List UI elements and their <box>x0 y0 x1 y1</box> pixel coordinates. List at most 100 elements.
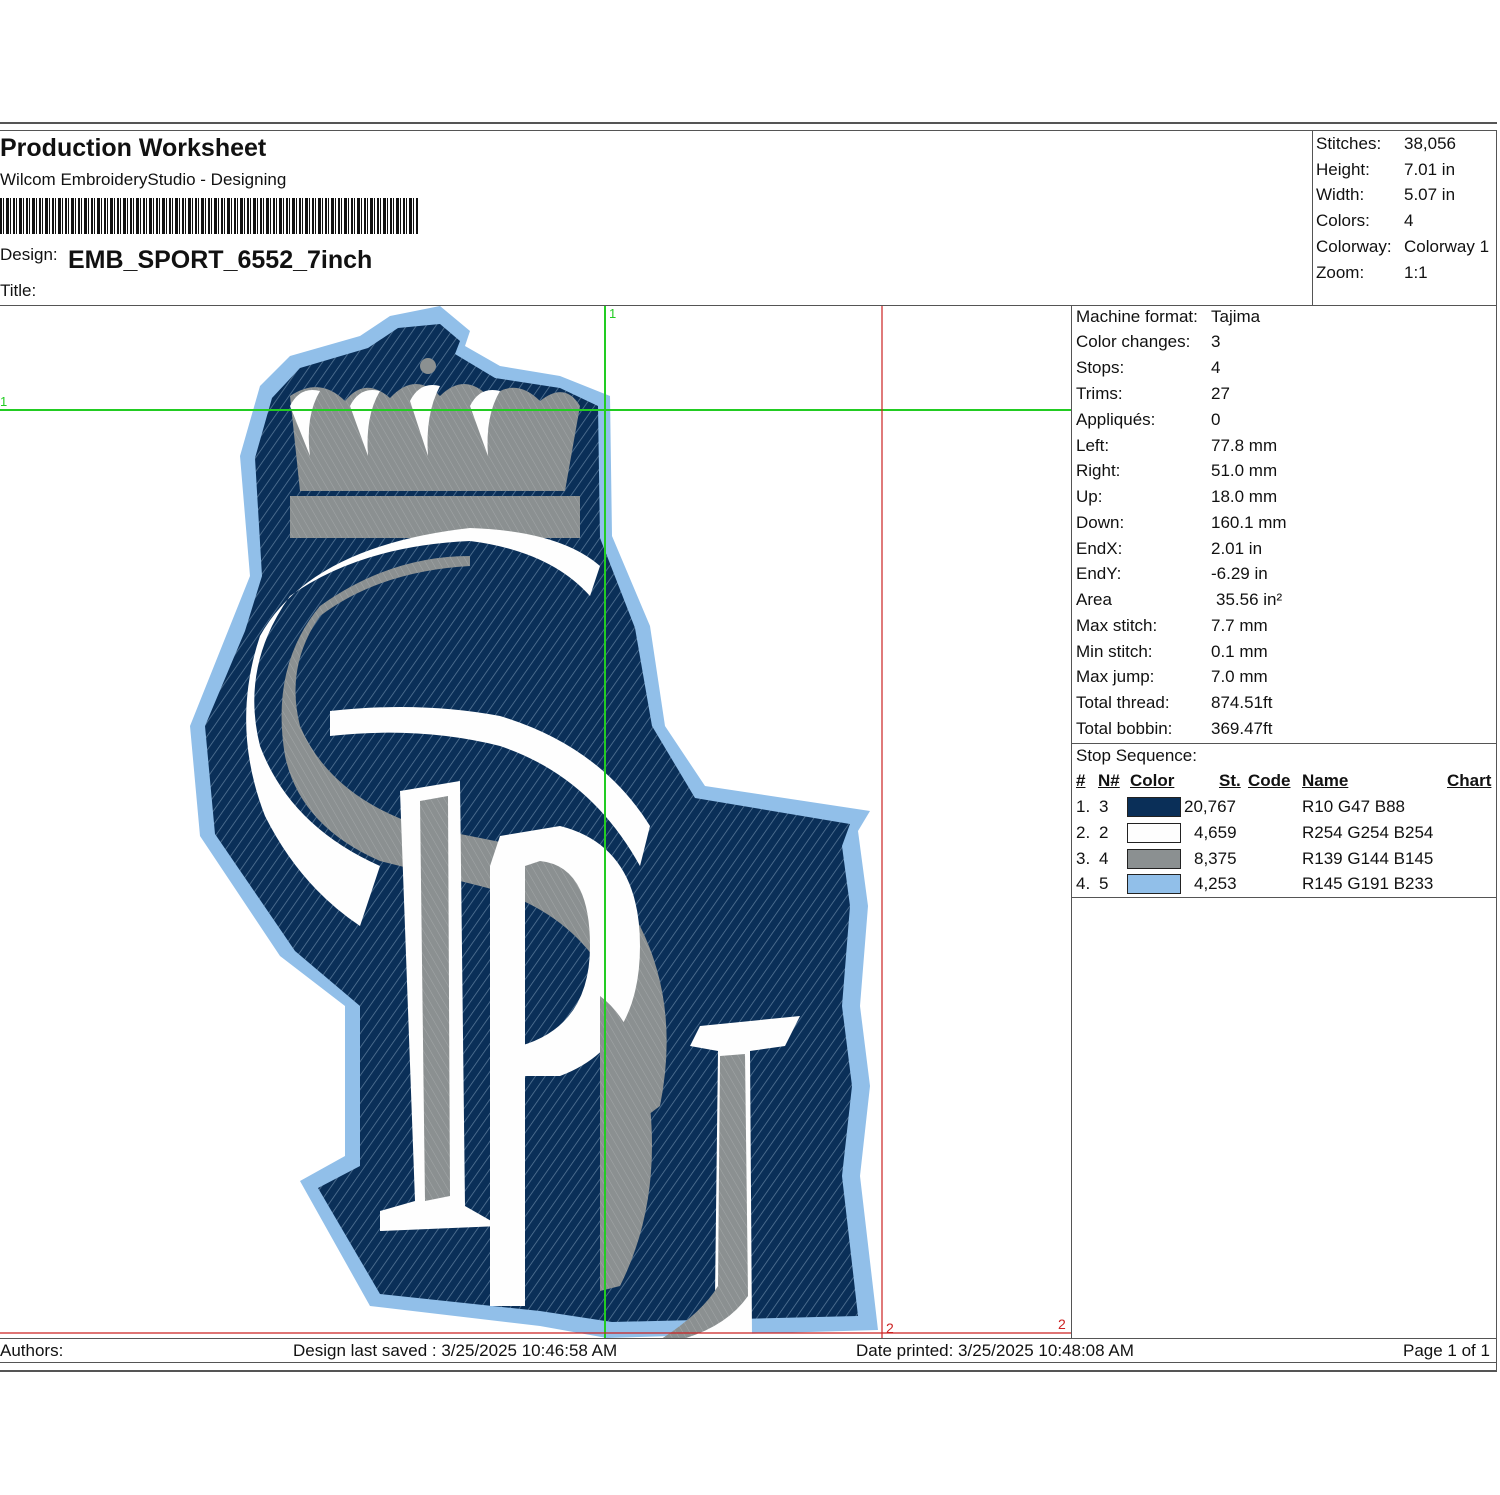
date-printed: Date printed: 3/25/2025 10:48:08 AM <box>856 1341 1134 1360</box>
summary-label: Colorway: <box>1316 237 1392 256</box>
summary-value: 38,056 <box>1404 134 1456 153</box>
summary-value: 7.01 in <box>1404 160 1456 179</box>
summary-label: Height: <box>1316 160 1370 179</box>
bottom-border-outer <box>0 1370 1497 1372</box>
info-label: Machine format: <box>1076 307 1198 326</box>
bottom-border <box>0 1362 1497 1363</box>
info-value: 369.47ft <box>1211 719 1273 738</box>
barcode <box>0 198 418 234</box>
info-label: Left: <box>1076 436 1110 455</box>
summary-value: 1:1 <box>1404 263 1428 282</box>
stop-needle: 4 <box>1099 849 1109 868</box>
info-value: -6.29 in <box>1211 564 1268 583</box>
info-label: Trims: <box>1076 384 1123 403</box>
col-header-chart: Chart <box>1447 771 1492 790</box>
col-header-name: Name <box>1302 771 1349 790</box>
color-swatch <box>1127 849 1181 869</box>
stop-color-name: R254 G254 B254 <box>1302 823 1434 842</box>
authors-label: Authors: <box>0 1341 64 1360</box>
info-value: 4 <box>1211 358 1221 377</box>
stop-num: 2. <box>1076 823 1091 842</box>
info-label: Up: <box>1076 487 1103 506</box>
summary-label: Colors: <box>1316 211 1370 230</box>
info-value: 0.1 mm <box>1211 642 1268 661</box>
info-label: EndX: <box>1076 539 1123 558</box>
design-name: EMB_SPORT_6552_7inch <box>68 246 373 274</box>
software-name: Wilcom EmbroideryStudio - Designing <box>0 170 287 189</box>
info-value: 51.0 mm <box>1211 461 1278 480</box>
summary-label: Zoom: <box>1316 263 1365 282</box>
info-value: 27 <box>1211 384 1230 403</box>
info-value: 77.8 mm <box>1211 436 1278 455</box>
info-value: 7.7 mm <box>1211 616 1268 635</box>
info-value: 874.51ft <box>1211 693 1273 712</box>
page-number: Page 1 of 1 <box>1403 1341 1490 1360</box>
info-value: 2.01 in <box>1211 539 1263 558</box>
footer-divider <box>0 1338 1497 1339</box>
col-header-num: # <box>1076 771 1086 790</box>
design-label: Design: <box>0 245 58 264</box>
col-header-stitches: St. <box>1219 771 1241 790</box>
stop-sequence-title: Stop Sequence: <box>1076 746 1197 765</box>
info-label: Color changes: <box>1076 332 1191 351</box>
info-label: Total thread: <box>1076 693 1170 712</box>
title-label: Title: <box>0 281 37 300</box>
info-value: 160.1 mm <box>1211 513 1287 532</box>
stop-color-name: R139 G144 B145 <box>1302 849 1434 868</box>
info-label: Stops: <box>1076 358 1125 377</box>
stop-num: 3. <box>1076 849 1091 868</box>
info-label: EndY: <box>1076 564 1122 583</box>
stop-seq-divider <box>1071 743 1497 744</box>
worksheet-title: Production Worksheet <box>0 134 267 162</box>
top-border-inner <box>0 130 1497 131</box>
stop-needle: 5 <box>1099 874 1109 893</box>
summary-divider <box>1312 130 1313 306</box>
info-value: 7.0 mm <box>1211 667 1268 686</box>
info-value: 18.0 mm <box>1211 487 1278 506</box>
right-border <box>1496 130 1497 1370</box>
info-value: 3 <box>1211 332 1221 351</box>
stop-num: 4. <box>1076 874 1091 893</box>
col-header-color: Color <box>1130 771 1175 790</box>
col-header-needle: N# <box>1098 771 1120 790</box>
stop-num: 1. <box>1076 797 1091 816</box>
design-last-saved: Design last saved : 3/25/2025 10:46:58 A… <box>293 1341 618 1360</box>
stop-color-name: R10 G47 B88 <box>1302 797 1406 816</box>
color-swatch <box>1127 823 1181 843</box>
color-swatch <box>1127 797 1181 817</box>
production-worksheet: Production Worksheet Wilcom EmbroiderySt… <box>0 122 1497 1372</box>
info-label: Max jump: <box>1076 667 1155 686</box>
red-guide-label-a: 2 <box>886 1320 894 1336</box>
panel-divider <box>1071 305 1072 1339</box>
info-value: Tajima <box>1211 307 1261 326</box>
col-header-code: Code <box>1248 771 1291 790</box>
info-value: 0 <box>1211 410 1221 429</box>
green-guide-label-left: 1 <box>0 394 7 409</box>
info-value: 35.56 in² <box>1216 590 1283 609</box>
green-guide-label-top: 1 <box>609 306 616 321</box>
summary-value: 4 <box>1404 211 1414 230</box>
stop-needle: 2 <box>1099 823 1109 842</box>
info-label: Max stitch: <box>1076 616 1158 635</box>
info-label: Right: <box>1076 461 1121 480</box>
summary-label: Stitches: <box>1316 134 1382 153</box>
embroidery-design-preview: 1 1 2 2 <box>0 306 1071 1338</box>
red-guide-label-b: 2 <box>1058 1316 1066 1332</box>
stop-stitches: 20,767 <box>1184 797 1236 816</box>
summary-value: Colorway 1 <box>1404 237 1490 256</box>
top-border <box>0 122 1497 124</box>
stop-needle: 3 <box>1099 797 1109 816</box>
color-swatch <box>1127 874 1181 894</box>
info-label: Area <box>1076 590 1112 609</box>
info-label: Appliqués: <box>1076 410 1156 429</box>
stop-stitches: 4,253 <box>1194 874 1237 893</box>
stop-color-name: R145 G191 B233 <box>1302 874 1434 893</box>
info-label: Total bobbin: <box>1076 719 1173 738</box>
stop-seq-end <box>1071 897 1497 898</box>
stop-stitches: 8,375 <box>1194 849 1237 868</box>
stop-stitches: 4,659 <box>1194 823 1237 842</box>
info-label: Down: <box>1076 513 1125 532</box>
summary-label: Width: <box>1316 185 1365 204</box>
info-label: Min stitch: <box>1076 642 1153 661</box>
summary-value: 5.07 in <box>1404 185 1456 204</box>
